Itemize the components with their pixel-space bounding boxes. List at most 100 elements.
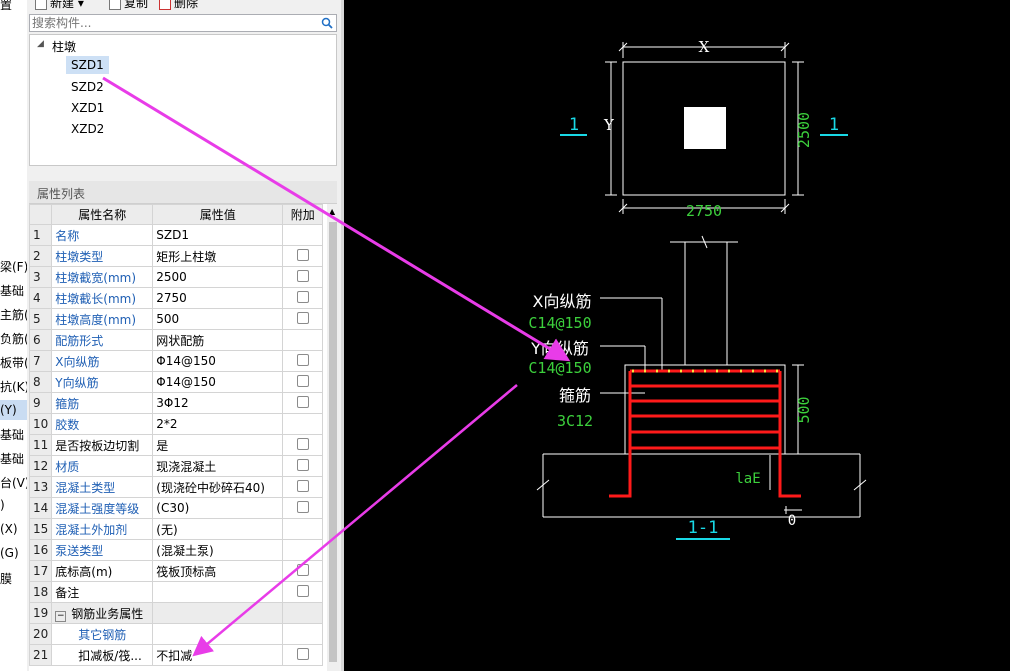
sidebar-item[interactable]: 置 bbox=[0, 0, 12, 13]
table-row[interactable]: 2 柱墩类型 矩形上柱墩 bbox=[29, 245, 324, 267]
property-name: Y向纵筋 bbox=[51, 371, 154, 393]
property-value[interactable]: 现浇混凝土 bbox=[152, 455, 284, 477]
collapse-minus-icon[interactable]: − bbox=[55, 610, 67, 622]
extra-checkbox[interactable] bbox=[296, 458, 309, 471]
table-row[interactable]: 1 名称 SZD1 bbox=[29, 224, 324, 246]
extra-checkbox[interactable] bbox=[296, 479, 309, 492]
extra-checkbox[interactable] bbox=[296, 353, 309, 366]
property-panel-header: 属性列表 bbox=[29, 181, 337, 204]
extra-checkbox[interactable] bbox=[296, 584, 309, 597]
table-row[interactable]: 18 备注 bbox=[29, 581, 324, 603]
extra-checkbox[interactable] bbox=[296, 563, 309, 576]
tree-item-xzd2[interactable]: XZD2 bbox=[71, 122, 104, 136]
property-value[interactable]: (现浇砼中砂碎石40) bbox=[152, 476, 284, 498]
property-value[interactable] bbox=[152, 602, 284, 624]
table-header-row: 属性名称 属性值 附加 bbox=[29, 204, 324, 225]
property-value[interactable]: (混凝土泵) bbox=[152, 539, 284, 561]
property-value[interactable]: 网状配筋 bbox=[152, 329, 284, 351]
property-name-label: 扣减板/筏... bbox=[78, 648, 142, 663]
property-value[interactable] bbox=[152, 623, 284, 645]
property-value[interactable]: 2*2 bbox=[152, 413, 284, 435]
extra-checkbox[interactable] bbox=[296, 269, 309, 282]
cad-canvas[interactable] bbox=[344, 0, 1010, 671]
table-row[interactable]: 6 配筋形式 网状配筋 bbox=[29, 329, 324, 351]
property-value[interactable] bbox=[152, 581, 284, 603]
property-value[interactable]: 2500 bbox=[152, 266, 284, 288]
table-row[interactable]: 21 扣减板/筏... 不扣减 bbox=[29, 644, 324, 666]
tree-item-szd2[interactable]: SZD2 bbox=[71, 80, 104, 94]
sidebar-item[interactable]: 膜 bbox=[0, 570, 12, 587]
sidebar-item[interactable]: 主筋( bbox=[0, 306, 27, 323]
table-row[interactable]: 11 是否按板边切割是 bbox=[29, 434, 324, 456]
sidebar-item[interactable]: 板带( bbox=[0, 354, 27, 371]
property-value[interactable]: (无) bbox=[152, 518, 284, 540]
table-row[interactable]: 20 其它钢筋 bbox=[29, 623, 324, 645]
search-icon[interactable] bbox=[321, 17, 333, 29]
property-value[interactable]: Φ14@150 bbox=[152, 371, 284, 393]
search-input[interactable] bbox=[30, 15, 312, 30]
scrollbar-thumb[interactable] bbox=[329, 222, 337, 662]
extra-checkbox[interactable] bbox=[296, 647, 309, 660]
extra-checkbox[interactable] bbox=[296, 311, 309, 324]
table-row[interactable]: 3 柱墩截宽(mm) 2500 bbox=[29, 266, 324, 288]
delete-button[interactable]: 删除 bbox=[159, 0, 198, 11]
tree-root-label[interactable]: 柱墩 bbox=[52, 38, 76, 55]
extra-checkbox[interactable] bbox=[296, 248, 309, 261]
sidebar-item[interactable]: 负筋( bbox=[0, 330, 27, 347]
property-rows: 1 名称 SZD1 2 柱墩类型 矩形上柱墩 3 柱墩截宽(mm) 2500 4 柱墩截长(mm) 2… bbox=[29, 224, 324, 666]
row-number: 16 bbox=[29, 539, 53, 561]
property-value[interactable]: SZD1 bbox=[152, 224, 284, 246]
sidebar-item[interactable]: 基础 bbox=[0, 426, 24, 443]
table-row[interactable]: 8 Y向纵筋 Φ14@150 bbox=[29, 371, 324, 393]
property-value[interactable]: 矩形上柱墩 bbox=[152, 245, 284, 267]
extra-checkbox[interactable] bbox=[296, 500, 309, 513]
property-value[interactable]: 500 bbox=[152, 308, 284, 330]
new-button[interactable]: 新建 ▾ bbox=[35, 0, 84, 11]
sidebar-item[interactable]: 抗(K) bbox=[0, 378, 27, 395]
extra-checkbox[interactable] bbox=[296, 437, 309, 450]
property-name-label: 混凝土强度等级 bbox=[55, 501, 140, 516]
property-value[interactable]: 2750 bbox=[152, 287, 284, 309]
extra-checkbox[interactable] bbox=[296, 374, 309, 387]
table-row[interactable]: 7 X向纵筋 Φ14@150 bbox=[29, 350, 324, 372]
sidebar-item[interactable]: 梁(F) bbox=[0, 258, 27, 275]
sidebar-item-selected[interactable]: (Y) bbox=[0, 400, 27, 420]
table-row[interactable]: 13 混凝土类型 (现浇砼中砂碎石40) bbox=[29, 476, 324, 498]
sidebar-item[interactable]: ) bbox=[0, 498, 5, 512]
table-row[interactable]: 4 柱墩截长(mm) 2750 bbox=[29, 287, 324, 309]
tree-item-szd1[interactable]: SZD1 bbox=[66, 56, 109, 74]
sidebar-item[interactable]: (G) bbox=[0, 546, 19, 560]
table-row[interactable]: 12 材质 现浇混凝土 bbox=[29, 455, 324, 477]
extra-checkbox[interactable] bbox=[296, 290, 309, 303]
property-value[interactable]: 不扣减 bbox=[152, 644, 284, 666]
copy-button[interactable]: 复制 bbox=[109, 0, 148, 11]
sidebar-item[interactable]: (X) bbox=[0, 522, 18, 536]
table-row[interactable]: 14 混凝土强度等级 (C30) bbox=[29, 497, 324, 519]
tree-item-xzd1[interactable]: XZD1 bbox=[71, 101, 104, 115]
extra-cell bbox=[282, 497, 324, 519]
sidebar-item[interactable]: 基础 bbox=[0, 282, 24, 299]
property-name: 配筋形式 bbox=[51, 329, 154, 351]
sidebar-item[interactable]: 基础 bbox=[0, 450, 24, 467]
table-row[interactable]: 10 胶数 2*2 bbox=[29, 413, 324, 435]
property-value[interactable]: 筏板顶标高 bbox=[152, 560, 284, 582]
property-name-label: X向纵筋 bbox=[55, 354, 100, 369]
collapse-triangle-icon[interactable]: ◢ bbox=[37, 39, 44, 49]
table-row[interactable]: 9 箍筋 3Φ12 bbox=[29, 392, 324, 414]
extra-checkbox[interactable] bbox=[296, 395, 309, 408]
table-row[interactable]: 17 底标高(m) 筏板顶标高 bbox=[29, 560, 324, 582]
property-value[interactable]: Φ14@150 bbox=[152, 350, 284, 372]
extra-cell bbox=[282, 245, 324, 267]
property-value[interactable]: (C30) bbox=[152, 497, 284, 519]
scroll-up-icon[interactable]: ▲ bbox=[329, 208, 335, 216]
table-row[interactable]: 16 泵送类型 (混凝土泵) bbox=[29, 539, 324, 561]
sidebar-item[interactable]: 台(V) bbox=[0, 474, 27, 491]
property-value[interactable]: 是 bbox=[152, 434, 284, 456]
property-value[interactable]: 3Φ12 bbox=[152, 392, 284, 414]
table-row[interactable]: 5 柱墩高度(mm) 500 bbox=[29, 308, 324, 330]
property-name: 是否按板边切割 bbox=[51, 434, 154, 456]
table-row[interactable]: 19− 钢筋业务属性 bbox=[29, 602, 324, 624]
property-scrollbar[interactable]: ▲ bbox=[327, 204, 339, 671]
property-name-label: 是否按板边切割 bbox=[55, 438, 140, 453]
table-row[interactable]: 15 混凝土外加剂 (无) bbox=[29, 518, 324, 540]
